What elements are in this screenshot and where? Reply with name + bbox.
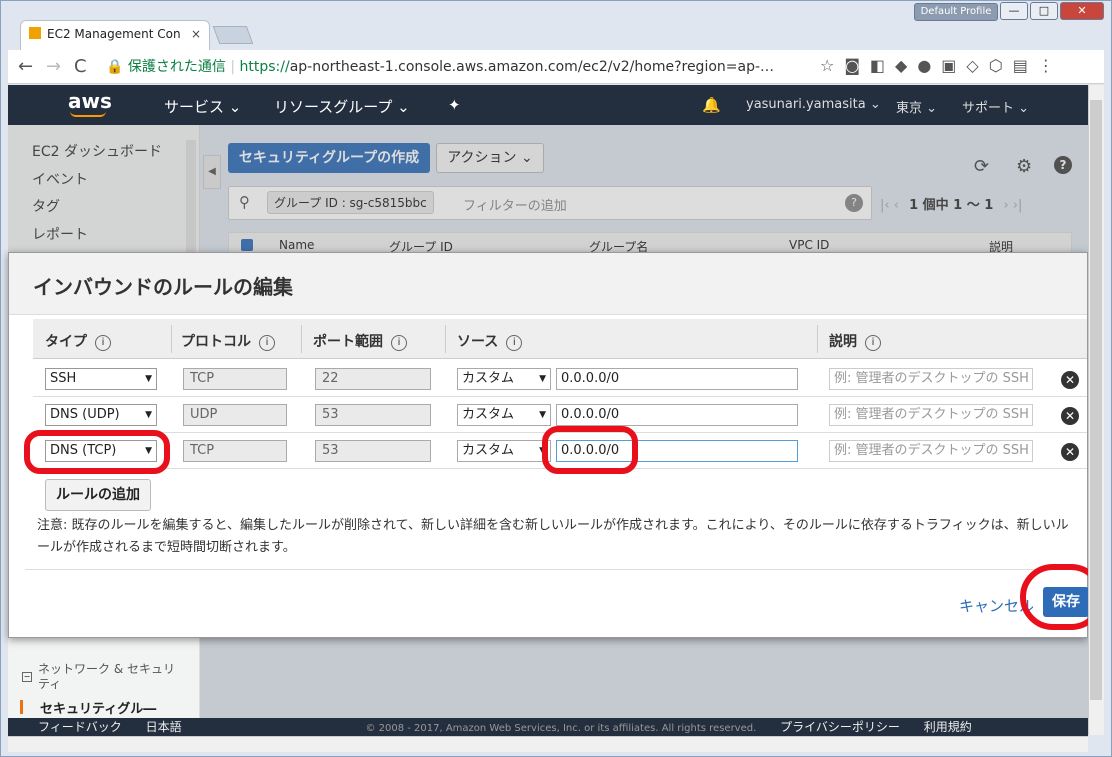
url-scheme: https://: [239, 59, 290, 75]
protocol-field: TCP: [183, 440, 287, 462]
extension-icon[interactable]: ▣: [941, 56, 956, 75]
new-tab-button[interactable]: [212, 26, 254, 44]
pocket-icon[interactable]: ◙: [844, 56, 860, 75]
description-input[interactable]: 例: 管理者のデスクトップの SSH: [829, 440, 1033, 462]
url-text: ap-northeast-1.console.aws.amazon.com/ec…: [289, 59, 775, 75]
dropbox-icon[interactable]: ⬡: [989, 56, 1003, 75]
chevron-down-icon: ▼: [145, 374, 152, 384]
copyright-text: © 2008 - 2017, Amazon Web Services, Inc.…: [365, 723, 757, 734]
info-icon[interactable]: i: [391, 335, 407, 351]
privacy-link[interactable]: プライバシーポリシー: [780, 720, 900, 734]
browser-tab[interactable]: EC2 Management Con ×: [20, 20, 210, 50]
aws-logo[interactable]: aws: [68, 89, 112, 117]
collapse-section-icon[interactable]: −: [22, 672, 32, 682]
chevron-down-icon: ▼: [145, 410, 152, 420]
close-tab-icon[interactable]: ×: [191, 27, 201, 41]
header-source: ソース i: [457, 331, 523, 351]
tab-title: EC2 Management Con: [47, 27, 181, 41]
protocol-field: UDP: [183, 404, 287, 426]
chevron-down-icon: ▼: [539, 410, 546, 420]
source-cidr-input[interactable]: 0.0.0.0/0: [556, 368, 798, 390]
sidebar-bottom: − ネットワーク & セキュリ ティ セキュリティグル―: [8, 636, 200, 718]
description-input[interactable]: 例: 管理者のデスクトップの SSH: [829, 404, 1033, 426]
protocol-field: TCP: [183, 368, 287, 390]
window-controls: — □ ✕: [1000, 2, 1104, 20]
back-icon[interactable]: ←: [18, 56, 33, 77]
chevron-down-icon: ▼: [539, 374, 546, 384]
extension-icon[interactable]: ◧: [870, 56, 885, 75]
scrollbar-thumb[interactable]: [1090, 100, 1102, 700]
extension-icon[interactable]: ◇: [966, 56, 978, 75]
source-cidr-input[interactable]: 0.0.0.0/0: [556, 404, 798, 426]
delete-rule-icon[interactable]: ✕: [1061, 443, 1079, 461]
divider: [171, 325, 172, 353]
header-type: タイプ i: [45, 331, 111, 351]
divider: [445, 325, 446, 353]
close-window-button[interactable]: ✕: [1060, 2, 1104, 20]
reload-icon[interactable]: C: [74, 56, 87, 77]
active-indicator: [20, 700, 23, 714]
source-type-select[interactable]: カスタム ▼: [457, 368, 551, 390]
forward-icon[interactable]: →: [46, 56, 61, 77]
divider: [817, 325, 818, 353]
annotation-ring: [542, 426, 638, 474]
delete-rule-icon[interactable]: ✕: [1061, 407, 1079, 425]
port-range-field: 22: [315, 368, 431, 390]
info-icon[interactable]: i: [95, 335, 111, 351]
info-icon[interactable]: i: [259, 335, 275, 351]
services-menu[interactable]: サービス ⌄: [164, 96, 241, 117]
rule-row: SSH ▼ TCP 22 カスタム ▼ 0.0.0.0/0 例: 管理者のデスクトッ…: [33, 361, 1087, 397]
divider: [25, 569, 1085, 570]
add-rule-button[interactable]: ルールの追加: [45, 479, 151, 511]
description-input[interactable]: 例: 管理者のデスクトップの SSH: [829, 368, 1033, 390]
security-label: 保護された通信: [127, 59, 226, 75]
support-menu[interactable]: サポート ⌄: [962, 97, 1029, 116]
maximize-button[interactable]: □: [1030, 2, 1058, 20]
language-link[interactable]: 日本語: [146, 720, 182, 734]
annotation-ring: [24, 430, 170, 474]
header-description: 説明 i: [829, 331, 881, 351]
lock-icon: 🔒: [106, 59, 124, 75]
minimize-button[interactable]: —: [1000, 2, 1028, 20]
address-bar[interactable]: 🔒 保護された通信 | https://ap-northeast-1.conso…: [106, 54, 826, 80]
pin-icon[interactable]: ✦: [448, 96, 461, 114]
rule-type-select[interactable]: SSH ▼: [45, 368, 157, 390]
console-footer: フィードバック 日本語 © 2008 - 2017, Amazon Web Se…: [8, 718, 1088, 736]
bookmark-star-icon[interactable]: ☆: [820, 56, 834, 75]
resource-groups-menu[interactable]: リソースグループ ⌄: [274, 96, 410, 117]
delete-rule-icon[interactable]: ✕: [1061, 371, 1079, 389]
user-menu[interactable]: yasunari.yamasita ⌄: [746, 97, 881, 112]
info-icon[interactable]: i: [506, 335, 523, 351]
bell-icon[interactable]: 🔔: [702, 96, 721, 114]
info-icon[interactable]: i: [865, 335, 881, 351]
header-port: ポート範囲 i: [313, 331, 407, 351]
region-menu[interactable]: 東京 ⌄: [896, 97, 937, 116]
extensions: ☆ ◙ ◧ ◆ ● ▣ ◇ ⬡ ▤ ⋮: [820, 56, 1054, 75]
port-range-field: 53: [315, 404, 431, 426]
divider: [301, 325, 302, 353]
sidebar-item-security-groups[interactable]: セキュリティグル―: [40, 698, 156, 717]
profile-badge[interactable]: Default Profile: [914, 3, 998, 21]
source-type-select[interactable]: カスタム ▼: [457, 440, 551, 462]
terms-link[interactable]: 利用規約: [924, 720, 972, 734]
edit-warning-note: 注意: 既存のルールを編集すると、編集したルールが削除されて、新しい詳細を含む新…: [37, 518, 1069, 555]
extension-icon[interactable]: ●: [917, 56, 931, 75]
aws-header: aws サービス ⌄ リソースグループ ⌄ ✦ 🔔 yasunari.yamas…: [8, 85, 1088, 125]
browser-toolbar: ← → C 🔒 保護された通信 | https://ap-northeast-1…: [8, 50, 1104, 84]
menu-icon[interactable]: ⋮: [1038, 56, 1054, 75]
horizontal-scrollbar[interactable]: [8, 736, 1088, 752]
sidebar-section-network[interactable]: ネットワーク & セキュリ ティ: [38, 662, 188, 692]
extension-icon[interactable]: ◆: [895, 56, 907, 75]
dialog-title: インバウンドのルールの編集: [9, 253, 1087, 315]
feedback-link[interactable]: フィードバック: [38, 720, 122, 734]
rule-type-select[interactable]: DNS (UDP) ▼: [45, 404, 157, 426]
pdf-icon[interactable]: ▤: [1013, 56, 1028, 75]
source-type-select[interactable]: カスタム ▼: [457, 404, 551, 426]
port-range-field: 53: [315, 440, 431, 462]
header-protocol: プロトコル i: [181, 331, 275, 351]
rules-header: タイプ i プロトコル i ポート範囲 i ソース i 説明 i: [33, 319, 1087, 359]
aws-smile-icon: [70, 111, 106, 117]
aws-favicon-icon: [29, 27, 41, 39]
